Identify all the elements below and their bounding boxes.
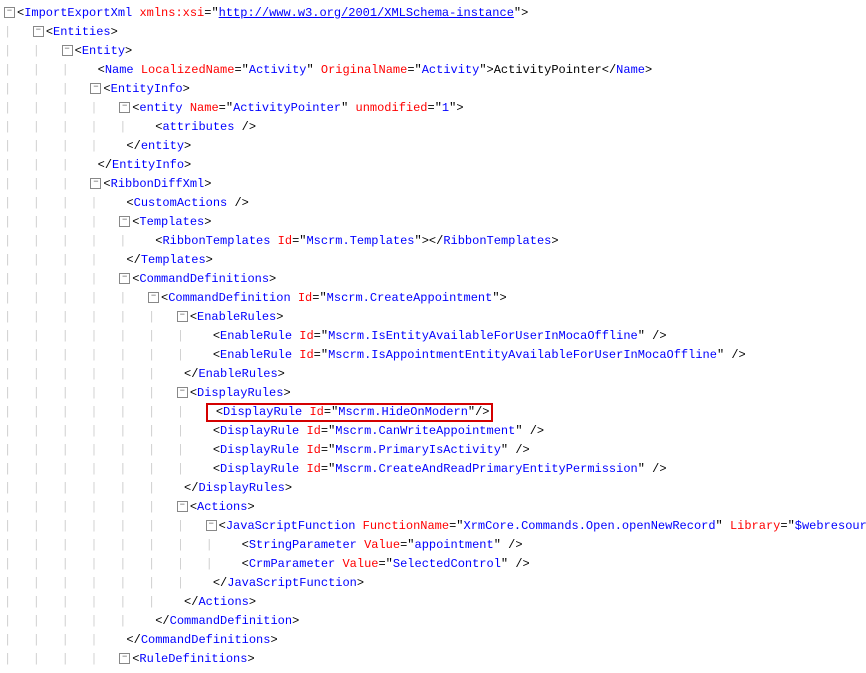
collapse-toggle[interactable]: − — [90, 178, 101, 189]
highlighted-rule: <DisplayRule Id="Mscrm.HideOnModern"/> — [206, 403, 493, 422]
collapse-toggle[interactable]: − — [62, 45, 73, 56]
collapse-toggle[interactable]: − — [119, 273, 130, 284]
collapse-toggle[interactable]: − — [177, 311, 188, 322]
collapse-toggle[interactable]: − — [119, 216, 130, 227]
collapse-toggle[interactable]: − — [148, 292, 159, 303]
collapse-toggle[interactable]: − — [177, 501, 188, 512]
collapse-toggle[interactable]: − — [177, 387, 188, 398]
collapse-toggle[interactable]: − — [90, 83, 101, 94]
collapse-toggle[interactable]: − — [119, 653, 130, 664]
collapse-toggle[interactable]: − — [206, 520, 217, 531]
collapse-toggle[interactable]: − — [119, 102, 130, 113]
collapse-toggle[interactable]: − — [33, 26, 44, 37]
xml-source: −<ImportExportXml xmlns:xsi="http://www.… — [4, 4, 862, 669]
collapse-toggle[interactable]: − — [4, 7, 15, 18]
